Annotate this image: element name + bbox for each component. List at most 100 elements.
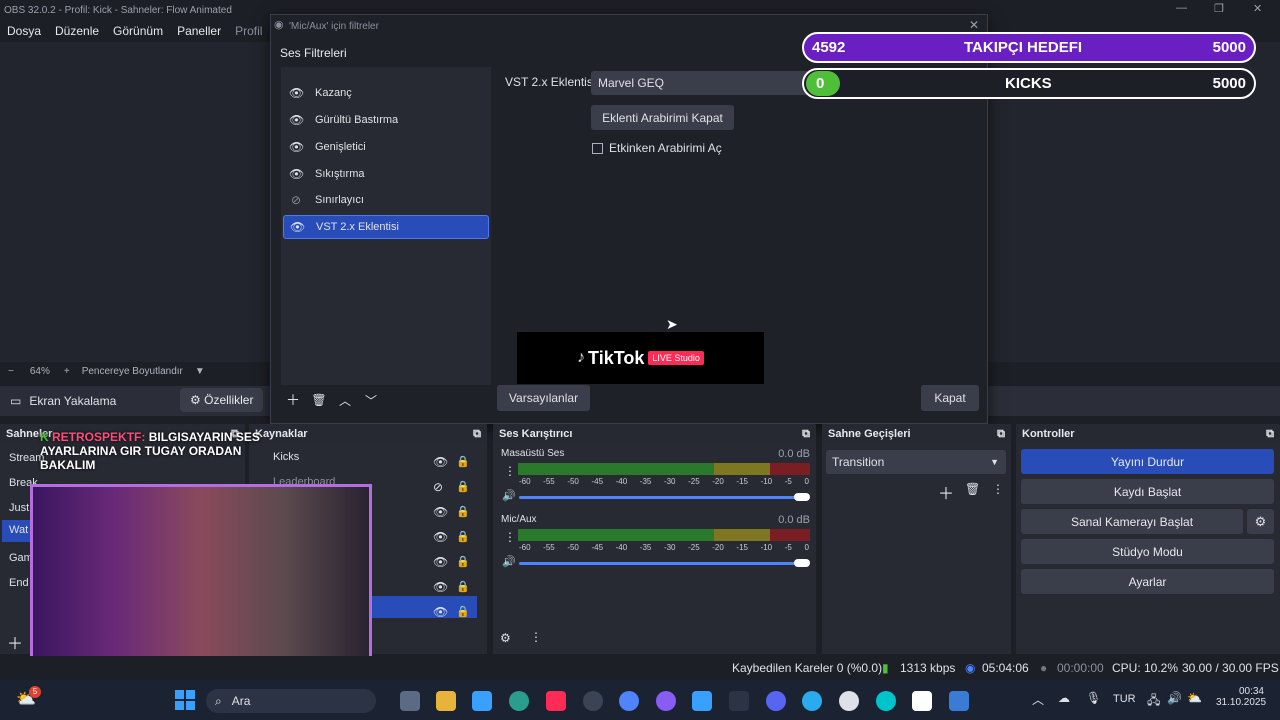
scene-item[interactable]: End	[9, 577, 29, 589]
open-interface-when-active[interactable]: Etkinken Arabirimi Aç	[592, 141, 722, 155]
more-options-icon[interactable]: ⋮	[530, 630, 542, 644]
add-filter-icon[interactable]: ＋	[283, 390, 303, 410]
eye-icon[interactable]: 👁	[433, 600, 448, 625]
undock-icon[interactable]: ⧉	[997, 428, 1005, 441]
eye-icon[interactable]: 👁	[289, 167, 304, 181]
steam-icon[interactable]	[583, 691, 603, 711]
eye-icon[interactable]: 👁	[289, 113, 304, 127]
lock-icon[interactable]: 🔒	[456, 500, 470, 525]
filter-item-gain[interactable]: 👁 Kazanç	[283, 81, 489, 105]
start-icon[interactable]	[175, 690, 195, 710]
file-explorer-icon[interactable]	[436, 691, 456, 711]
tf-icon[interactable]	[729, 691, 749, 711]
undock-icon[interactable]: ⧉	[1266, 428, 1274, 441]
battery-icon[interactable]: ⛅	[1187, 691, 1202, 705]
trash-icon[interactable]: 🗑	[309, 393, 329, 407]
capcut-icon[interactable]	[912, 691, 932, 711]
virtual-camera-settings-icon[interactable]: ⚙	[1247, 509, 1274, 534]
speaker-icon[interactable]: 🔊	[502, 489, 516, 502]
obs-taskbar-icon[interactable]	[619, 691, 639, 711]
language-indicator[interactable]: TUR	[1113, 693, 1136, 705]
close-window-icon[interactable]: ✕	[1253, 2, 1262, 15]
volume-icon[interactable]: 🔊	[1167, 691, 1182, 705]
filter-item-noise-suppression[interactable]: 👁 Gürültü Bastırma	[283, 108, 489, 132]
close-plugin-interface-button[interactable]: Eklenti Arabirimi Kapat	[591, 105, 734, 130]
mixer-settings-icon[interactable]: ⚙	[500, 631, 511, 645]
app-icon[interactable]	[949, 691, 969, 711]
discord-icon[interactable]	[766, 691, 786, 711]
telegram-icon[interactable]	[802, 691, 822, 711]
filter-item-vst[interactable]: 👁 VST 2.x Eklentisi	[283, 215, 489, 239]
defaults-button[interactable]: Varsayılanlar	[497, 385, 590, 411]
eye-icon[interactable]: 👁	[433, 450, 448, 475]
transition-select[interactable]: Transition ▼	[826, 450, 1006, 474]
menu-file[interactable]: Dosya	[7, 24, 41, 38]
lock-icon[interactable]: 🔒	[456, 475, 470, 500]
volume-slider[interactable]	[519, 562, 803, 565]
notepad-icon[interactable]	[692, 691, 712, 711]
menu-docks[interactable]: Paneller	[177, 24, 221, 38]
eye-icon[interactable]: 👁	[289, 86, 304, 100]
taskbar-search[interactable]: ⌕ Ara	[206, 689, 376, 713]
add-scene-icon[interactable]: ＋	[7, 630, 23, 654]
menu-edit[interactable]: Düzenle	[55, 24, 99, 38]
lock-icon[interactable]: 🔒	[456, 600, 470, 625]
lock-icon[interactable]: 🔒	[456, 450, 470, 475]
lock-icon[interactable]: 🔒	[456, 525, 470, 550]
trash-icon[interactable]: 🗑	[965, 482, 980, 496]
speaker-icon[interactable]: 🔊	[502, 555, 516, 568]
close-button[interactable]: Kapat	[921, 385, 979, 411]
settings-button[interactable]: Ayarlar	[1021, 569, 1274, 594]
lock-icon[interactable]: 🔒	[456, 575, 470, 600]
eye-icon[interactable]: 👁	[290, 220, 305, 234]
start-virtual-camera-button[interactable]: Sanal Kamerayı Başlat	[1021, 509, 1243, 534]
undock-icon[interactable]: ⧉	[802, 428, 810, 441]
undock-icon[interactable]: ⧉	[473, 428, 481, 441]
eye-icon[interactable]: 👁	[433, 550, 448, 575]
filter-item-limiter[interactable]: ⊘ Sınırlayıcı	[283, 188, 489, 212]
add-transition-icon[interactable]: ＋	[938, 480, 954, 504]
taskbar-clock[interactable]: 00:34 31.10.2025	[1216, 686, 1266, 708]
eye-hidden-icon[interactable]: ⊘	[433, 475, 448, 500]
streaming-app-icon[interactable]	[656, 691, 676, 711]
chatgpt-icon[interactable]	[839, 691, 859, 711]
menu-view[interactable]: Görünüm	[113, 24, 163, 38]
zoom-out-button[interactable]: −	[8, 366, 14, 377]
properties-button[interactable]: ⚙ Özellikler	[180, 388, 264, 412]
volume-slider-handle[interactable]	[794, 559, 810, 567]
close-dialog-icon[interactable]: ✕	[969, 18, 979, 32]
move-down-icon[interactable]: ﹀	[361, 392, 381, 409]
volume-slider-handle[interactable]	[794, 493, 810, 501]
eye-icon[interactable]: 👁	[289, 140, 304, 154]
chevron-down-icon[interactable]: ▼	[195, 366, 205, 377]
checkbox[interactable]	[592, 142, 603, 154]
eye-icon[interactable]: 👁	[433, 575, 448, 600]
network-icon[interactable]: 🖧	[1147, 691, 1160, 712]
maximize-icon[interactable]: ❐	[1214, 2, 1224, 15]
studio-mode-button[interactable]: Stüdyo Modu	[1021, 539, 1274, 564]
stop-streaming-button[interactable]: Yayını Durdur	[1021, 449, 1274, 474]
filter-item-compressor[interactable]: 👁 Sıkıştırma	[283, 162, 489, 186]
store-icon[interactable]	[472, 691, 492, 711]
move-up-icon[interactable]: ︿	[335, 392, 355, 409]
edge-icon[interactable]	[509, 691, 529, 711]
menu-profile[interactable]: Profil	[235, 24, 262, 38]
minimize-icon[interactable]: —	[1176, 2, 1187, 14]
start-recording-button[interactable]: Kaydı Başlat	[1021, 479, 1274, 504]
lock-icon[interactable]: 🔒	[456, 550, 470, 575]
cloud-icon[interactable]: ☁	[1058, 691, 1070, 705]
canva-icon[interactable]	[876, 691, 896, 711]
chevron-up-icon[interactable]: ︿	[1032, 691, 1044, 708]
scene-item[interactable]: Just	[9, 502, 29, 514]
microphone-icon[interactable]: 🎙	[1086, 691, 1101, 705]
eye-icon[interactable]: 👁	[433, 525, 448, 550]
more-options-icon[interactable]: ⋮	[504, 530, 516, 544]
source-item[interactable]: Kicks	[273, 451, 299, 463]
task-view-icon[interactable]	[400, 691, 420, 711]
volume-slider[interactable]	[519, 496, 803, 499]
tiktok-app-icon[interactable]	[546, 691, 566, 711]
more-options-icon[interactable]: ⋮	[992, 482, 1004, 496]
zoom-in-button[interactable]: +	[64, 366, 70, 377]
more-options-icon[interactable]: ⋮	[504, 464, 516, 478]
fit-to-window-label[interactable]: Pencereye Boyutlandır	[82, 366, 183, 377]
